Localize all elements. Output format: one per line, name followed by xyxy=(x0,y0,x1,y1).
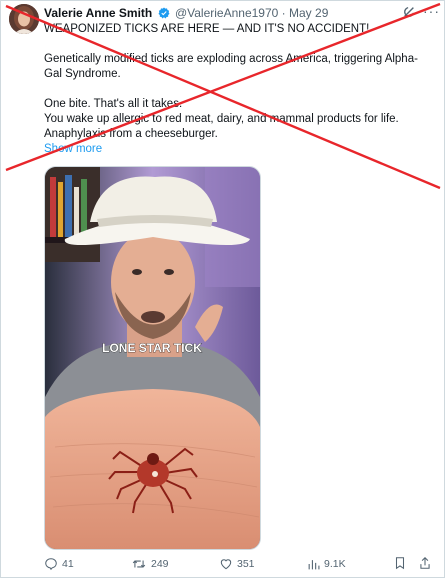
post-text: WEAPONIZED TICKS ARE HERE — AND IT'S NO … xyxy=(44,22,429,157)
post-line-3: You wake up allergic to red meat, dairy,… xyxy=(44,113,399,125)
share-icon xyxy=(420,557,430,569)
user-handle[interactable]: @ValerieAnne1970 xyxy=(175,6,278,20)
bookmark-icon xyxy=(395,557,405,570)
post-line-1: Genetically modified ticks are exploding… xyxy=(44,53,418,80)
post-date[interactable]: May 29 xyxy=(289,6,328,20)
verified-badge-icon xyxy=(158,7,170,23)
repost-count: 249 xyxy=(151,558,169,570)
views-button[interactable]: 9.1K xyxy=(307,556,346,572)
reply-icon xyxy=(45,558,57,571)
video-caption: LONE STAR TICK xyxy=(102,341,202,355)
post-card[interactable]: Valerie Anne Smith @ValerieAnne1970 · Ma… xyxy=(0,0,445,578)
reply-count: 41 xyxy=(62,558,74,570)
repost-icon xyxy=(132,560,146,568)
like-icon xyxy=(220,559,232,570)
post-line-4: Anaphylaxis from a cheeseburger. xyxy=(44,128,218,140)
avatar-image xyxy=(9,4,39,34)
show-more-link[interactable]: Show more xyxy=(44,142,429,157)
post-line-headline: WEAPONIZED TICKS ARE HERE — AND IT'S NO … xyxy=(44,23,370,35)
share-button[interactable] xyxy=(419,556,431,570)
separator-dot: · xyxy=(281,6,286,20)
avatar[interactable] xyxy=(9,4,39,34)
views-count: 9.1K xyxy=(324,558,346,570)
video-thumbnail[interactable]: LONE STAR TICK xyxy=(44,166,261,550)
post-header: Valerie Anne Smith @ValerieAnne1970 · Ma… xyxy=(44,5,434,23)
reply-button[interactable]: 41 xyxy=(44,556,74,572)
display-name[interactable]: Valerie Anne Smith xyxy=(44,6,152,20)
like-count: 351 xyxy=(237,558,255,570)
video-image: LONE STAR TICK xyxy=(45,167,260,549)
more-icon[interactable]: ··· xyxy=(423,4,440,18)
views-icon xyxy=(308,559,320,569)
post-line-2: One bite. That's all it takes. xyxy=(44,98,183,110)
action-bar: 41 249 351 9.1K xyxy=(44,556,439,572)
bookmark-button[interactable] xyxy=(394,556,406,570)
like-button[interactable]: 351 xyxy=(219,556,255,572)
repost-button[interactable]: 249 xyxy=(131,556,169,572)
